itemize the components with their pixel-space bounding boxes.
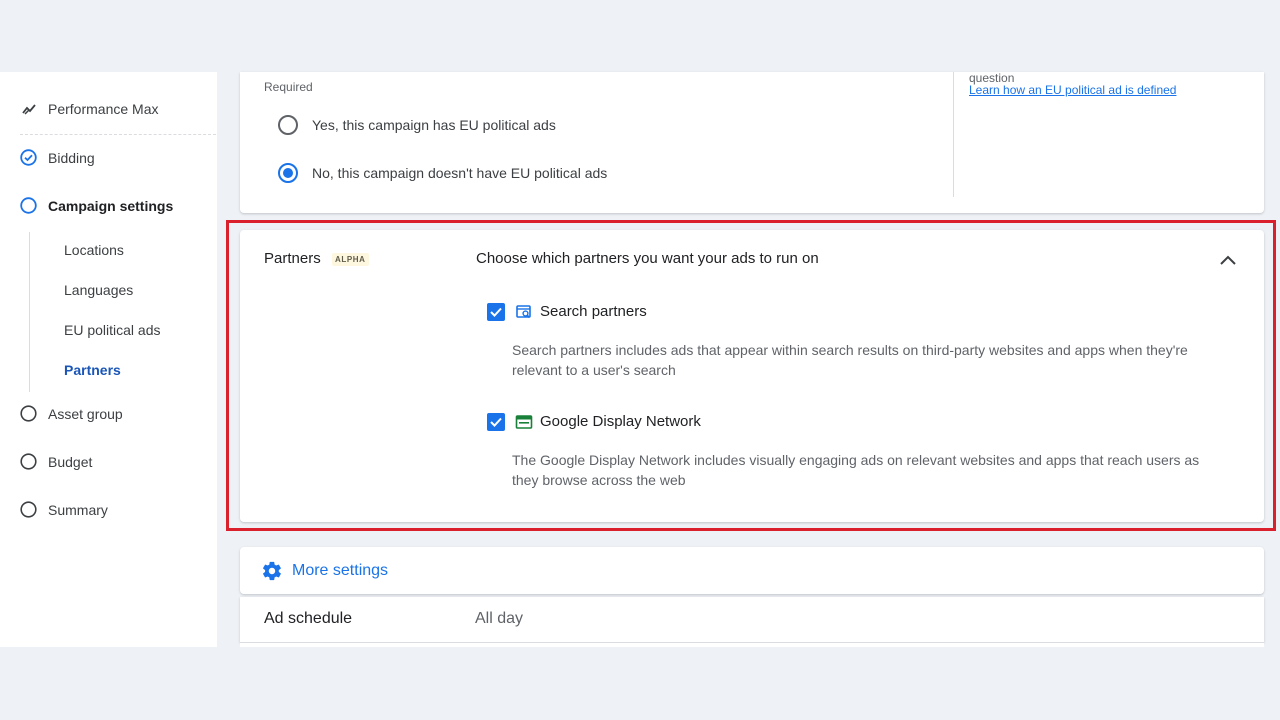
radio-button-selected[interactable] [278,163,298,183]
nav-item-budget[interactable]: Budget [20,453,92,470]
nav-item-asset-group[interactable]: Asset group [20,405,123,422]
search-partners-icon [515,303,533,321]
nav-item-label: Campaign settings [48,197,174,214]
search-partners-checkbox[interactable] [487,303,505,321]
circle-icon [20,197,37,214]
more-settings-label: More settings [292,562,389,579]
sidebar-divider [20,134,216,135]
nav-item-label: Budget [48,453,93,470]
search-partners-description: Search partners includes ads that appear… [512,342,1188,378]
radio-label: No, this campaign doesn't have EU politi… [312,165,608,181]
circle-icon [20,405,37,422]
eu-political-ads-card: Required Yes, this campaign has EU polit… [240,72,1264,213]
gear-icon [261,560,283,582]
nav-item-summary[interactable]: Summary [20,501,108,518]
alpha-badge: ALPHA [332,253,369,266]
performance-trend-icon [20,100,37,117]
display-network-icon [515,413,533,431]
more-settings-card[interactable]: More settings [240,547,1264,594]
nav-item-label: Performance Max [48,100,159,117]
check-circle-icon [20,149,37,166]
sub-item-partners[interactable]: Partners [64,362,121,378]
circle-icon [20,501,37,518]
radio-label: Yes, this campaign has EU political ads [312,117,556,133]
partners-title: Partners [264,250,321,267]
display-network-checkbox[interactable] [487,413,505,431]
partners-description: Choose which partners you want your ads … [476,250,819,267]
nav-item-performance-max[interactable]: Performance Max [20,100,158,117]
sub-item-eu-political-ads[interactable]: EU political ads [64,322,161,338]
nav-item-bidding[interactable]: Bidding [20,149,95,166]
vertical-divider [953,72,954,197]
radio-button[interactable] [278,115,298,135]
radio-option-no[interactable]: No, this campaign doesn't have EU politi… [278,163,607,183]
learn-more-link[interactable]: Learn how an EU political ad is defined [969,83,1176,97]
display-network-description: The Google Display Network includes visu… [512,452,1200,488]
required-label: Required [264,80,313,94]
search-partners-label: Search partners [540,303,647,320]
next-row-strip [240,642,1264,647]
sub-item-languages[interactable]: Languages [64,282,133,298]
ad-schedule-value: All day [475,610,524,627]
display-network-label: Google Display Network [540,413,701,430]
collapse-chevron-icon[interactable] [1218,250,1238,270]
ad-schedule-label: Ad schedule [264,610,353,627]
partners-card: Partners ALPHA Choose which partners you… [240,230,1264,522]
nav-item-label: Summary [48,501,108,518]
nav-item-label: Bidding [48,149,95,166]
sub-nav-line [29,232,30,392]
radio-option-yes[interactable]: Yes, this campaign has EU political ads [278,115,556,135]
sub-item-locations[interactable]: Locations [64,242,124,258]
sidebar: Performance Max Bidding Campaign setting… [0,72,217,647]
circle-icon [20,453,37,470]
ad-schedule-row[interactable]: Ad schedule All day [240,597,1264,642]
nav-item-label: Asset group [48,405,123,422]
nav-item-campaign-settings[interactable]: Campaign settings [20,197,173,214]
